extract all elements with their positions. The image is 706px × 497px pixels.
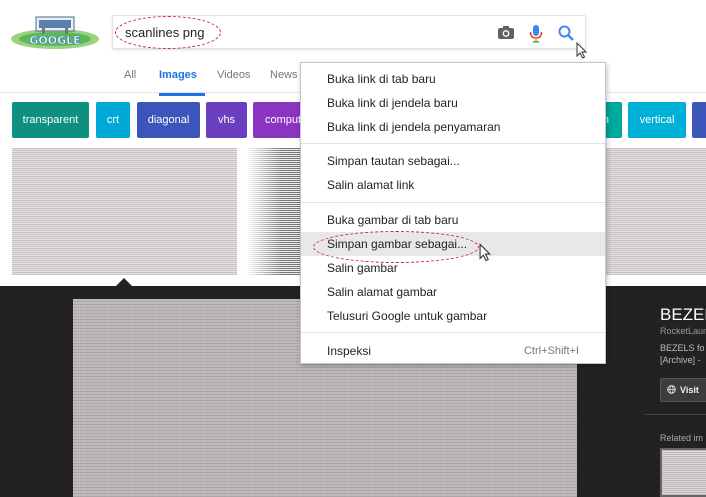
menu-item-copy-image-address[interactable]: Salin alamat gambar — [301, 280, 605, 304]
search-icon[interactable] — [555, 22, 577, 44]
chip-vhs[interactable]: vhs — [206, 102, 247, 138]
chip-cutoff[interactable] — [692, 102, 706, 138]
keyboard-shortcut: Ctrl+Shift+I — [523, 345, 579, 357]
menu-separator — [301, 143, 605, 144]
menu-separator — [301, 332, 605, 333]
image-description-archive: [Archive] - — [660, 355, 701, 365]
preview-pointer — [116, 278, 132, 286]
related-image-thumbnail[interactable] — [660, 448, 706, 497]
image-result-thumbnail[interactable] — [606, 148, 706, 275]
divider — [645, 414, 706, 415]
menu-item-open-link-incognito[interactable]: Buka link di jendela penyamaran — [301, 115, 605, 139]
chip-vertical[interactable]: vertical — [628, 102, 686, 138]
menu-item-save-link-as[interactable]: Simpan tautan sebagai... — [301, 149, 605, 173]
globe-icon — [667, 384, 676, 396]
chip-diagonal[interactable]: diagonal — [137, 102, 200, 138]
chip-crt[interactable]: crt — [96, 102, 130, 138]
microphone-icon[interactable] — [525, 22, 547, 44]
image-result-thumbnail[interactable] — [12, 148, 237, 275]
menu-separator — [301, 202, 605, 203]
image-result-thumbnail[interactable] — [246, 148, 306, 275]
image-source-site: RocketLauncher — [660, 326, 706, 336]
related-images-label: Related im — [660, 433, 704, 443]
context-menu: Buka link di tab baru Buka link di jende… — [300, 62, 606, 364]
image-description: BEZELS fo — [660, 343, 705, 353]
menu-item-open-image-new-tab[interactable]: Buka gambar di tab baru — [301, 208, 605, 232]
tab-videos[interactable]: Videos — [217, 69, 250, 93]
annotation-circle-query — [115, 16, 221, 49]
menu-item-open-link-new-window[interactable]: Buka link di jendela baru — [301, 91, 605, 115]
logo-text: GOOGLE — [29, 34, 80, 47]
tab-images[interactable]: Images — [159, 69, 205, 96]
camera-icon[interactable] — [495, 22, 517, 44]
chip-transparent[interactable]: transparent — [12, 102, 89, 138]
menu-item-search-google-for-image[interactable]: Telusuri Google untuk gambar — [301, 304, 605, 328]
visit-label: Visit — [680, 385, 699, 395]
image-info-panel: BEZELS RocketLauncher BEZELS fo [Archive… — [645, 286, 706, 497]
annotation-circle-save-image — [313, 231, 479, 263]
menu-item-open-link-new-tab[interactable]: Buka link di tab baru — [301, 67, 605, 91]
image-title[interactable]: BEZELS — [660, 305, 706, 325]
google-doodle-logo[interactable]: GOOGLE — [10, 15, 100, 49]
menu-item-copy-link-address[interactable]: Salin alamat link — [301, 173, 605, 197]
tab-all[interactable]: All — [124, 69, 136, 93]
visit-button[interactable]: Visit — [660, 378, 706, 402]
search-box[interactable]: scanlines png — [112, 15, 586, 49]
menu-item-inspect[interactable]: Inspeksi Ctrl+Shift+I — [301, 339, 605, 363]
mouse-cursor-icon — [479, 243, 492, 268]
menu-item-inspect-label: Inspeksi — [327, 344, 372, 358]
tab-news[interactable]: News — [270, 69, 298, 93]
